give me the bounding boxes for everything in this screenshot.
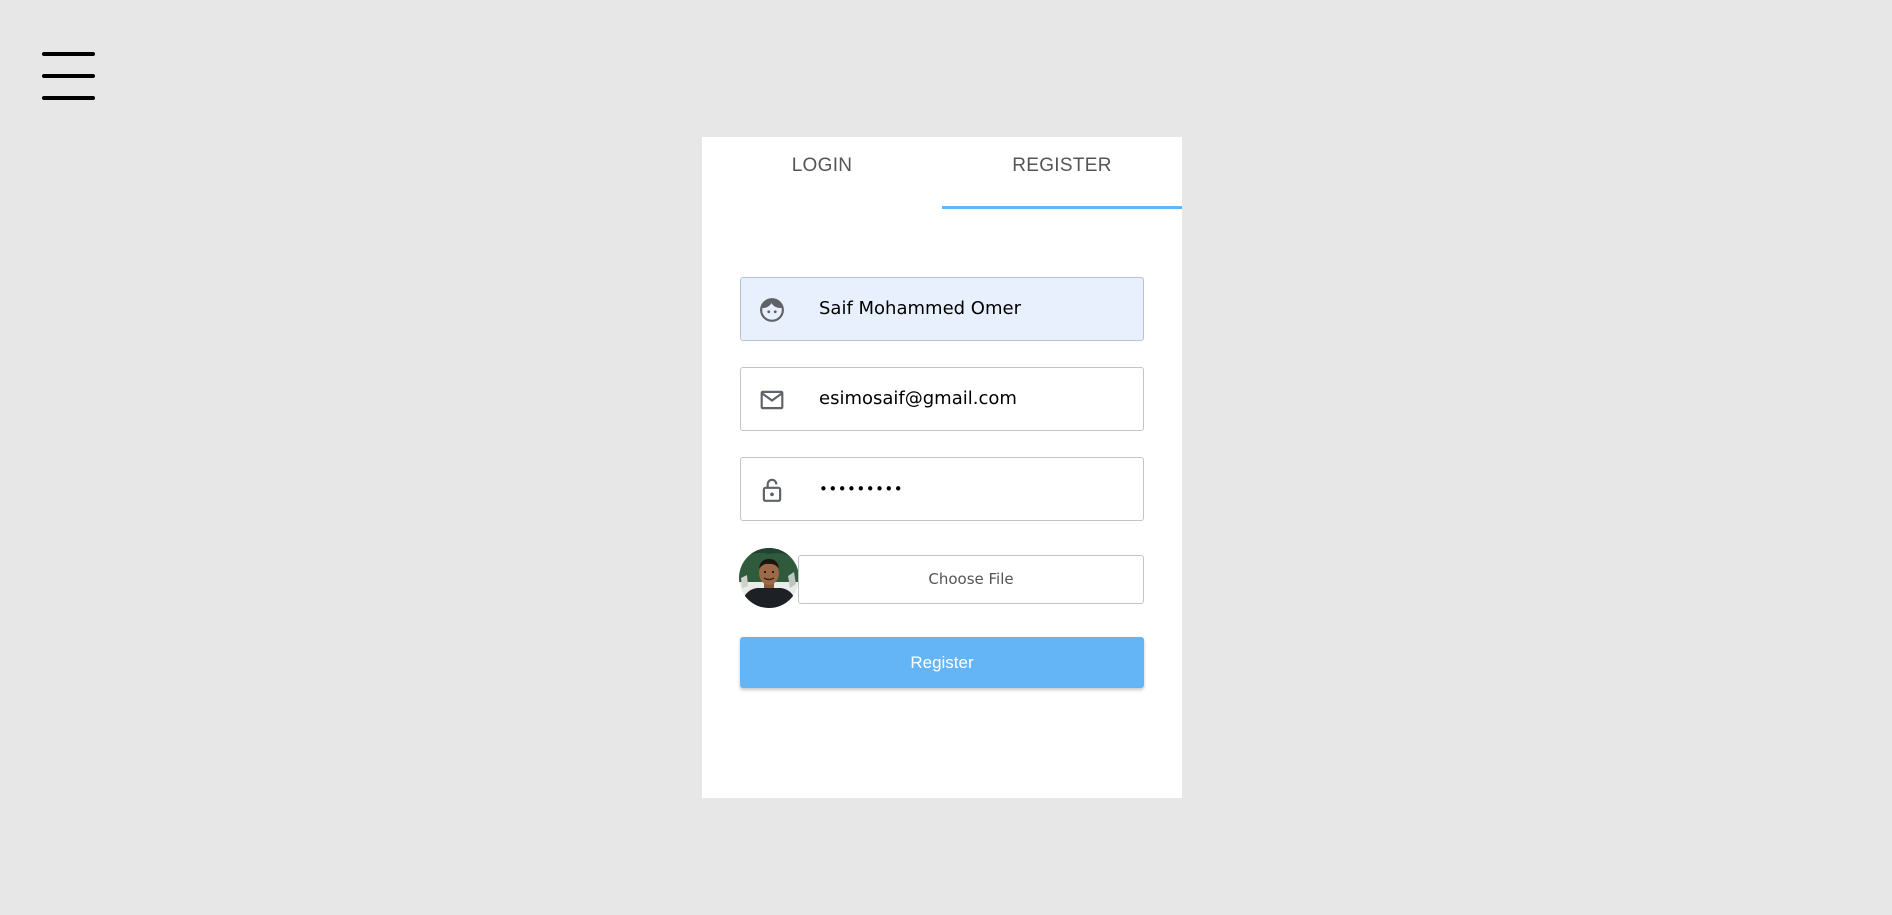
hamburger-menu-button[interactable] — [40, 50, 96, 102]
avatar-photo — [739, 548, 799, 608]
active-tab-indicator — [942, 206, 1182, 209]
mail-icon — [759, 387, 785, 413]
tab-login[interactable]: LOGIN — [702, 137, 942, 207]
face-icon — [759, 297, 785, 323]
auth-tabs: LOGIN REGISTER — [702, 137, 1182, 209]
tab-register[interactable]: REGISTER — [942, 137, 1182, 207]
email-value: esimosaif@gmail.com — [819, 388, 1017, 409]
menu-bar-middle — [42, 74, 95, 78]
email-field[interactable]: esimosaif@gmail.com — [740, 367, 1144, 431]
menu-bar-bottom — [42, 96, 95, 100]
menu-bar-top — [42, 52, 95, 56]
name-field[interactable]: Saif Mohammed Omer — [740, 277, 1144, 341]
lock-icon — [759, 477, 785, 503]
password-value: ••••••••• — [819, 480, 904, 498]
choose-file-button[interactable]: Choose File — [798, 555, 1144, 604]
name-value: Saif Mohammed Omer — [819, 298, 1021, 319]
register-button[interactable]: Register — [740, 637, 1144, 688]
auth-card: LOGIN REGISTER Saif Mohammed Omer esimos… — [702, 137, 1182, 798]
password-field[interactable]: ••••••••• — [740, 457, 1144, 521]
